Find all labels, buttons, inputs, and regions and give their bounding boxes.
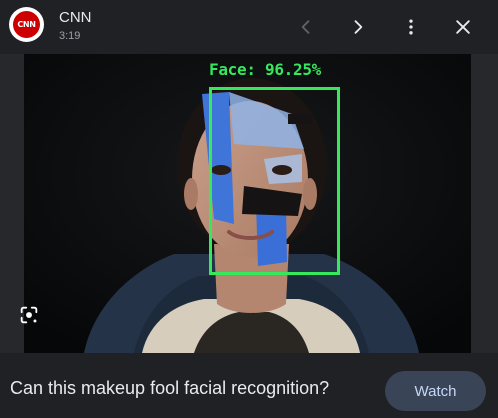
header-bar: CNN CNN 3:19 [0, 0, 498, 54]
next-button[interactable] [338, 7, 378, 47]
watch-button[interactable]: Watch [385, 371, 486, 411]
face-detection-label: Face: 96.25% [209, 60, 321, 79]
more-options-button[interactable] [391, 7, 431, 47]
media-area: Face: 96.25% [0, 54, 498, 353]
video-thumbnail[interactable]: Face: 96.25% [24, 54, 471, 353]
lens-button[interactable] [12, 298, 46, 332]
cnn-logo: CNN [9, 7, 44, 42]
face-detection-box [209, 87, 340, 275]
previous-button[interactable] [286, 7, 326, 47]
chevron-right-icon [354, 20, 363, 34]
source-name: CNN [59, 9, 92, 26]
more-vert-icon [409, 19, 413, 35]
video-caption[interactable]: Can this makeup fool facial recognition? [10, 378, 329, 399]
footer-bar: Can this makeup fool facial recognition?… [0, 353, 498, 418]
close-button[interactable] [443, 7, 483, 47]
chevron-left-icon [301, 20, 310, 34]
video-duration: 3:19 [59, 30, 81, 42]
close-icon [456, 20, 470, 34]
cnn-logo-mark: CNN [13, 11, 40, 38]
lens-icon [20, 306, 38, 324]
